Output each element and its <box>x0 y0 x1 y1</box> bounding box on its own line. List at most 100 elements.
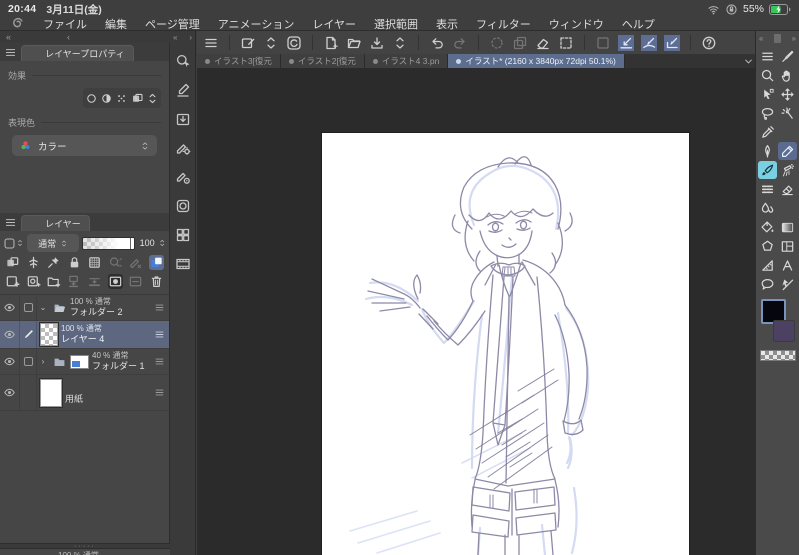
row-menu-icon[interactable] <box>154 329 165 340</box>
layer-row-folder1[interactable]: › 40 % 通常 フォルダー 1 <box>0 349 169 375</box>
visibility-cell[interactable] <box>0 321 20 348</box>
tab-layer-property[interactable]: レイヤープロパティ <box>21 45 134 61</box>
open-folder-icon[interactable] <box>346 35 362 51</box>
visibility-cell[interactable] <box>0 295 20 320</box>
merge-down-icon[interactable] <box>87 274 102 289</box>
select-frame-icon[interactable] <box>558 35 574 51</box>
collapse-icon[interactable]: ‹ <box>67 32 70 42</box>
layer-mask-icon[interactable] <box>107 274 123 289</box>
sub-color-swatch[interactable] <box>773 320 795 342</box>
airbrush-tool[interactable] <box>778 161 797 179</box>
hamburger-menu-tool[interactable] <box>758 47 777 65</box>
mask-enable-icon[interactable] <box>128 274 143 289</box>
clip-studio-app-icon[interactable] <box>10 16 25 31</box>
edge-circle-icon[interactable] <box>85 92 98 105</box>
text-tool-tool[interactable] <box>778 256 797 274</box>
edit-canvas-icon[interactable] <box>240 35 256 51</box>
combine-squares-icon[interactable] <box>5 255 20 270</box>
hamburger-menu-icon[interactable] <box>203 35 219 51</box>
lock-alpha-icon[interactable] <box>87 255 102 270</box>
tab-illust-active[interactable]: イラスト* (2160 x 3840px 72dpi 50.1%) <box>448 54 625 68</box>
save-document-icon[interactable] <box>369 35 385 51</box>
scroll-thumb[interactable] <box>774 33 781 43</box>
tone-dots-icon[interactable] <box>115 92 128 105</box>
tab-layer[interactable]: レイヤー <box>21 215 90 231</box>
paper-thumbnail[interactable] <box>39 377 63 408</box>
magic-wand-tool[interactable] <box>778 104 797 122</box>
duplicate-icon[interactable] <box>512 35 528 51</box>
expand-closed-icon[interactable]: › <box>37 357 49 366</box>
new-layer-icon[interactable] <box>5 274 20 289</box>
updown-chevrons-icon[interactable] <box>146 92 159 105</box>
snap-grid-icon[interactable] <box>664 34 680 51</box>
opacity-handle[interactable] <box>130 237 133 249</box>
canvas-page[interactable] <box>322 133 689 555</box>
layer-row-layer4[interactable]: 100 % 通常 レイヤー 4 <box>0 321 169 349</box>
subtool-icon[interactable] <box>175 82 191 98</box>
expand-open-icon[interactable]: ⌄ <box>37 303 49 312</box>
visibility-cell[interactable] <box>0 349 20 374</box>
tab-list-chevron-icon[interactable] <box>741 54 755 68</box>
select-cell[interactable] <box>20 349 37 374</box>
gradient-tool[interactable] <box>778 218 797 236</box>
clip-below-icon[interactable] <box>26 255 41 270</box>
dock-handle[interactable]: «› <box>170 31 195 43</box>
row-menu-icon[interactable] <box>154 356 165 367</box>
opacity-slider[interactable] <box>82 236 135 250</box>
expression-color-dropdown[interactable]: カラー <box>12 135 157 156</box>
panel-menu-icon[interactable] <box>4 46 17 59</box>
subtool-detail-icon[interactable] <box>175 169 191 185</box>
material-icon[interactable] <box>175 198 191 214</box>
palette-display-button[interactable] <box>3 234 24 252</box>
transfer-down-icon[interactable] <box>67 274 82 289</box>
ruler-x-chevrons-icon[interactable] <box>128 255 143 270</box>
collapse-all-icon[interactable]: « <box>6 32 11 42</box>
eyedropper-tool[interactable] <box>758 123 777 141</box>
panel-menu-icon[interactable] <box>4 216 17 229</box>
magnifier-tool[interactable] <box>758 66 777 84</box>
eraser-tool[interactable] <box>778 180 797 198</box>
clip-studio-logo-icon[interactable] <box>286 35 302 51</box>
frame-border-tool[interactable] <box>778 237 797 255</box>
lasso-tool[interactable] <box>758 104 777 122</box>
tone-half-icon[interactable] <box>100 92 113 105</box>
all-panels-icon[interactable] <box>175 227 191 243</box>
decoration-lines-tool[interactable] <box>758 180 777 198</box>
dip-pen-tool[interactable] <box>758 142 777 160</box>
canvas-viewport[interactable] <box>197 68 755 555</box>
layer-row-paper[interactable]: 用紙 <box>0 375 169 411</box>
balloon-tool[interactable] <box>758 275 777 293</box>
operate-cursor-tool[interactable] <box>758 85 777 103</box>
clear-selection-icon[interactable] <box>535 35 551 51</box>
new-document-icon[interactable] <box>323 35 339 51</box>
delete-layer-icon[interactable] <box>149 274 164 289</box>
hand-tool[interactable] <box>778 66 797 84</box>
updown-chevrons-icon[interactable] <box>263 35 279 51</box>
figure-shape-tool[interactable] <box>758 237 777 255</box>
opacity-stepper[interactable] <box>158 237 166 249</box>
tool-property-icon[interactable] <box>175 140 191 156</box>
row-menu-icon[interactable] <box>154 387 165 398</box>
no-snap-icon[interactable] <box>595 35 611 51</box>
select-cell[interactable] <box>20 295 37 320</box>
editing-cell[interactable] <box>20 321 37 348</box>
new-layer-settings-icon[interactable] <box>26 274 41 289</box>
pencil-tool[interactable] <box>777 142 797 160</box>
draft-chevrons-icon[interactable] <box>108 255 123 270</box>
undo-icon[interactable] <box>429 35 445 51</box>
fill-bucket-tool[interactable] <box>758 218 777 236</box>
layer-color-chevrons-icon[interactable] <box>148 255 164 270</box>
spinner-icon[interactable] <box>489 35 505 51</box>
visibility-cell[interactable] <box>0 375 20 410</box>
layer-color-combine-icon[interactable] <box>131 92 144 105</box>
row-menu-icon[interactable] <box>154 302 165 313</box>
redo-icon[interactable] <box>452 35 468 51</box>
navigator-icon[interactable] <box>175 53 191 69</box>
import-box-icon[interactable] <box>175 111 191 127</box>
correct-line-tool[interactable] <box>778 275 797 293</box>
layer-row-folder2[interactable]: ⌄ 100 % 通常 フォルダー 2 <box>0 295 169 321</box>
blend-drop-tool[interactable] <box>758 199 777 217</box>
pen-line-tool[interactable] <box>778 47 797 65</box>
help-icon[interactable] <box>701 35 717 51</box>
snap-special-ruler-icon[interactable] <box>641 34 657 51</box>
